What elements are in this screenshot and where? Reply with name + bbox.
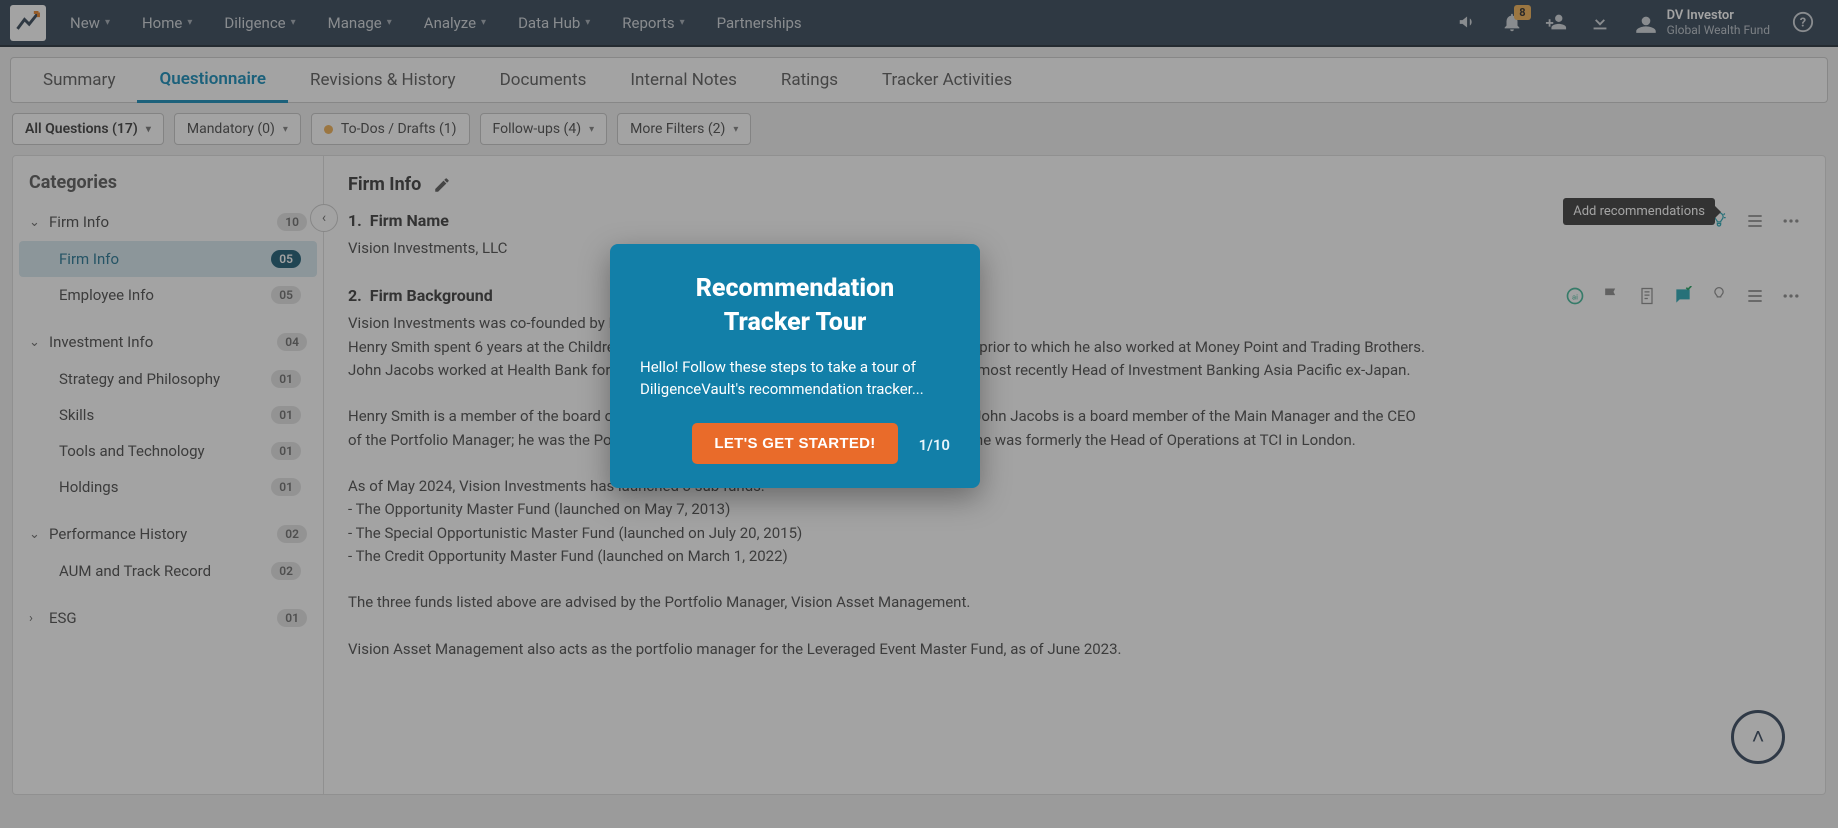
tour-step-indicator: 1/10 [919,436,950,454]
tour-popover: RecommendationTracker Tour Hello! Follow… [610,244,980,488]
tour-start-button[interactable]: LET'S GET STARTED! [692,423,897,464]
tour-body: Hello! Follow these steps to take a tour… [640,356,950,401]
tour-title: RecommendationTracker Tour [640,272,950,340]
